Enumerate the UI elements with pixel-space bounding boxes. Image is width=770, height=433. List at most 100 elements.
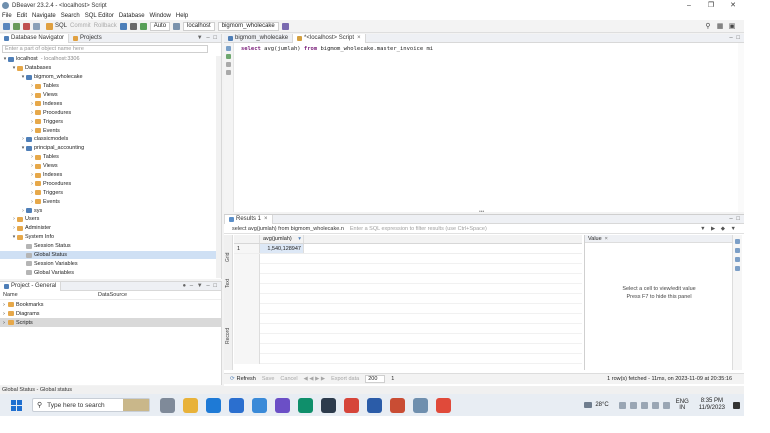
close-tab-icon[interactable]: ×: [264, 216, 268, 222]
project-item[interactable]: › Scripts: [0, 318, 221, 327]
calendar-icon[interactable]: [229, 397, 244, 413]
tab-localhost-script[interactable]: *<localhost> Script ×: [292, 33, 366, 43]
lock-icon[interactable]: [129, 22, 137, 30]
chevron-up-icon[interactable]: [629, 401, 637, 409]
tree-node[interactable]: › Views: [0, 91, 221, 100]
tab-project-general[interactable]: Project - General: [0, 281, 62, 291]
tree-node[interactable]: ▾ Databases: [0, 64, 221, 73]
tree-node[interactable]: › Events: [0, 126, 221, 135]
maximize-icon[interactable]: ❐: [700, 0, 722, 11]
refresh-button[interactable]: ⟳ Refresh: [230, 376, 256, 382]
tree-node[interactable]: › Indexes: [0, 99, 221, 108]
tree-node[interactable]: › Procedures: [0, 179, 221, 188]
tree-node[interactable]: › Users: [0, 215, 221, 224]
chevron-right-icon[interactable]: ›: [0, 311, 8, 317]
dbeaver-taskbar-icon[interactable]: [413, 397, 428, 413]
menu-navigate[interactable]: Navigate: [32, 13, 56, 19]
menu-edit[interactable]: Edit: [17, 13, 27, 19]
tree-node[interactable]: › Triggers: [0, 117, 221, 126]
editor-view-controls[interactable]: – □: [729, 34, 741, 43]
taskbar-search[interactable]: ⚲ Type here to search: [32, 398, 150, 412]
panels-icon[interactable]: [735, 239, 740, 244]
value-icon[interactable]: [735, 248, 740, 253]
tab-bigmom-wholecake[interactable]: bigmom_wholecake: [224, 34, 292, 43]
close-tab-icon[interactable]: ×: [605, 236, 608, 242]
table-row[interactable]: 1 1,540,128947: [234, 244, 582, 254]
text-view-tab[interactable]: Text: [225, 268, 231, 288]
col-name[interactable]: Name: [0, 292, 98, 298]
close-tab-icon[interactable]: ×: [357, 35, 361, 41]
menu-help[interactable]: Help: [176, 13, 188, 19]
close-icon[interactable]: ✕: [722, 0, 744, 11]
history-icon[interactable]: [173, 22, 181, 30]
cancel-button[interactable]: Cancel: [280, 376, 297, 382]
tab-database-navigator[interactable]: Database Navigator: [0, 33, 70, 43]
tree-node[interactable]: › sys: [0, 206, 221, 215]
tree-node[interactable]: › Views: [0, 162, 221, 171]
record-view-tab[interactable]: Record: [225, 324, 231, 344]
export-data-button[interactable]: Export data: [331, 376, 359, 382]
tree-node[interactable]: ▾ bigmom_wholecake: [0, 73, 221, 82]
edge-icon[interactable]: [298, 397, 313, 413]
task-view-icon[interactable]: [160, 397, 175, 413]
people-icon[interactable]: [618, 401, 626, 409]
menu-sql-editor[interactable]: SQL Editor: [85, 13, 114, 19]
start-button[interactable]: [8, 397, 24, 413]
file-explorer-icon[interactable]: [183, 397, 198, 413]
refs-icon[interactable]: [735, 266, 740, 271]
clock[interactable]: 8:35 PM 11/9/2023: [699, 398, 725, 412]
project-view-controls[interactable]: ● – ▼ – □: [182, 282, 218, 291]
results-filter-input[interactable]: Enter a SQL expression to filter results…: [350, 226, 487, 232]
cell-avg-jumlah[interactable]: 1,540,128947: [260, 244, 304, 253]
tree-node[interactable]: › Administer: [0, 224, 221, 233]
tree-node[interactable]: › Triggers: [0, 188, 221, 197]
save-button[interactable]: Save: [262, 376, 275, 382]
volume-icon[interactable]: [662, 401, 670, 409]
format-icon[interactable]: [281, 22, 289, 30]
disconnect-icon[interactable]: [23, 22, 30, 30]
chrome-icon[interactable]: [344, 397, 359, 413]
execute-statement-icon[interactable]: [226, 46, 231, 51]
navigator-view-controls[interactable]: ▼ – □: [197, 34, 218, 43]
explain-plan-icon[interactable]: [226, 62, 231, 67]
tree-node[interactable]: › Tables: [0, 153, 221, 162]
tab-projects[interactable]: Projects: [69, 34, 106, 43]
outline-icon[interactable]: [226, 70, 231, 75]
filter-controls[interactable]: ▼ ▶ ◆ ▼: [700, 226, 738, 232]
calc-icon[interactable]: [735, 257, 740, 262]
minimize-icon[interactable]: –: [678, 0, 700, 11]
terminal-icon[interactable]: [321, 397, 336, 413]
menu-search[interactable]: Search: [61, 13, 80, 19]
project-item[interactable]: › Bookmarks: [0, 300, 221, 309]
notification-icon[interactable]: [733, 401, 740, 409]
battery-icon[interactable]: [640, 401, 648, 409]
word-icon[interactable]: [367, 397, 382, 413]
tab-value[interactable]: Value ×: [585, 235, 732, 243]
language-indicator[interactable]: ENG IN: [676, 399, 689, 411]
tree-node[interactable]: Session Variables: [0, 259, 221, 268]
perspective-icon[interactable]: ▦: [714, 22, 726, 30]
tree-node[interactable]: Session Status: [0, 242, 221, 251]
editor-scrollbar[interactable]: [738, 43, 744, 212]
navigation-arrows[interactable]: ◀ ◀ ▶ ▶: [304, 376, 326, 382]
connection-combo[interactable]: localhost: [183, 21, 215, 31]
connect-icon[interactable]: [13, 22, 20, 30]
weather-widget[interactable]: 28°C: [584, 402, 609, 408]
powerpoint-icon[interactable]: [390, 397, 405, 413]
new-connection-icon[interactable]: [3, 22, 10, 30]
project-item[interactable]: › Diagrams: [0, 309, 221, 318]
execute-script-icon[interactable]: [226, 54, 231, 59]
sql-query-text[interactable]: select avg(jumlah) from bigmom_wholecake…: [241, 46, 433, 52]
tree-node[interactable]: › Indexes: [0, 171, 221, 180]
commit-button[interactable]: Commit: [70, 23, 91, 29]
results-view-controls[interactable]: – □: [729, 215, 741, 224]
transaction-mode-icon[interactable]: [119, 22, 127, 30]
tree-node[interactable]: ▾ localhost - localhost:3306: [0, 55, 221, 64]
tree-node[interactable]: › Events: [0, 197, 221, 206]
tree-node[interactable]: ▾ System Info: [0, 233, 221, 242]
tree-node[interactable]: › Tables: [0, 82, 221, 91]
monitor-icon[interactable]: [139, 22, 147, 30]
sort-icon[interactable]: ▾: [298, 236, 301, 242]
grid-view-tab[interactable]: Grid: [225, 242, 231, 262]
tree-node[interactable]: Global Status: [0, 250, 221, 260]
